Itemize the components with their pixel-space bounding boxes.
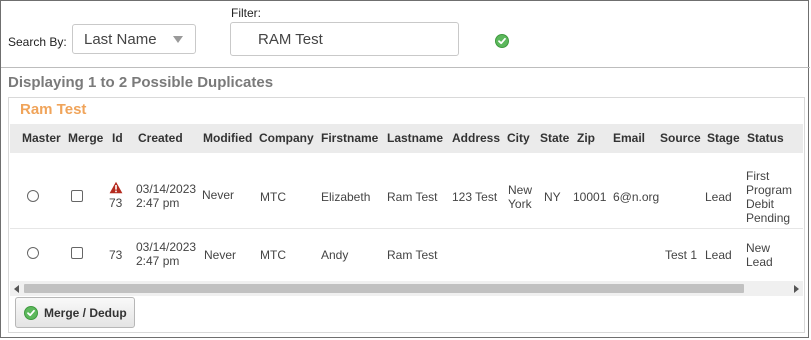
row-lastname: Ram Test (387, 248, 438, 262)
column-header-city: City (507, 131, 530, 145)
column-header-email: Email (613, 131, 646, 145)
row-modified: Never (204, 248, 237, 262)
column-header-modified: Modified (203, 131, 253, 145)
column-header-source: Source (660, 131, 701, 145)
horizontal-scrollbar[interactable] (10, 281, 803, 296)
column-header-id: Id (112, 131, 123, 145)
duplicate-finder-window: Search By: Last Name Filter: Displaying … (0, 0, 810, 338)
chevron-down-icon (173, 36, 183, 43)
row-state: NY (544, 190, 561, 204)
row-status-line2: Program (746, 183, 793, 197)
column-header-status: Status (747, 131, 784, 145)
column-header-created: Created (138, 131, 183, 145)
row-stage: Lead (705, 190, 732, 204)
warning-icon (109, 181, 123, 194)
row-status-line2: Lead (746, 255, 773, 269)
row-divider (10, 228, 803, 229)
column-header-lastname: Lastname (387, 131, 444, 145)
column-header-master: Master (22, 131, 61, 145)
row-created-time: 2:47 pm (136, 196, 180, 210)
scrollbar-thumb[interactable] (24, 284, 744, 293)
master-radio[interactable] (27, 247, 39, 259)
search-by-select[interactable]: Last Name (72, 24, 196, 54)
filter-label: Filter: (231, 6, 261, 20)
row-company: MTC (260, 248, 286, 262)
merge-dedup-label: Merge / Dedup (44, 306, 127, 320)
scroll-right-arrow-icon[interactable] (794, 285, 799, 293)
row-city-line2: York (508, 197, 532, 211)
row-address: 123 Test (452, 190, 498, 204)
table-header: Master Merge Id Created Modified Company… (10, 124, 803, 153)
column-header-company: Company (259, 131, 314, 145)
row-company: MTC (260, 190, 286, 204)
filter-input[interactable] (230, 22, 459, 56)
scroll-left-arrow-icon[interactable] (14, 285, 19, 293)
apply-filter-check-icon[interactable] (495, 34, 509, 48)
group-title: Ram Test (20, 101, 87, 118)
column-header-stage: Stage (707, 131, 740, 145)
row-id: 73 (109, 248, 123, 262)
merge-dedup-button[interactable]: Merge / Dedup (15, 297, 135, 328)
row-email: 6@n.org (613, 190, 660, 204)
row-firstname: Andy (321, 248, 349, 262)
row-created-time: 2:47 pm (136, 254, 180, 268)
row-created-date: 03/14/2023 (136, 240, 197, 254)
master-radio[interactable] (27, 190, 39, 202)
row-created-date: 03/14/2023 (136, 182, 197, 196)
row-city-line1: New (508, 183, 533, 197)
row-firstname: Elizabeth (321, 190, 371, 204)
row-source: Test 1 (665, 248, 698, 262)
search-by-label: Search By: (8, 35, 67, 49)
divider (1, 67, 810, 68)
row-lastname: Ram Test (387, 190, 438, 204)
merge-checkbox[interactable] (71, 247, 83, 259)
row-status-line1: First (746, 169, 770, 183)
row-modified: Never (202, 188, 235, 202)
check-circle-icon (24, 306, 38, 320)
column-header-zip: Zip (577, 131, 595, 145)
search-by-value: Last Name (84, 31, 157, 48)
column-header-firstname: Firstname (321, 131, 379, 145)
row-stage: Lead (705, 248, 732, 262)
row-status-line1: New (746, 241, 771, 255)
merge-checkbox[interactable] (71, 190, 83, 202)
column-header-merge: Merge (68, 131, 104, 145)
duplicate-group-panel: Ram Test Master Merge Id Created Modifie… (8, 97, 805, 333)
results-heading: Displaying 1 to 2 Possible Duplicates (8, 74, 274, 91)
row-status-line3: Debit (746, 197, 775, 211)
row-status-line4: Pending (746, 211, 791, 225)
column-header-address: Address (452, 131, 501, 145)
column-header-state: State (540, 131, 570, 145)
row-id: 73 (109, 196, 123, 210)
row-zip: 10001 (573, 190, 607, 204)
